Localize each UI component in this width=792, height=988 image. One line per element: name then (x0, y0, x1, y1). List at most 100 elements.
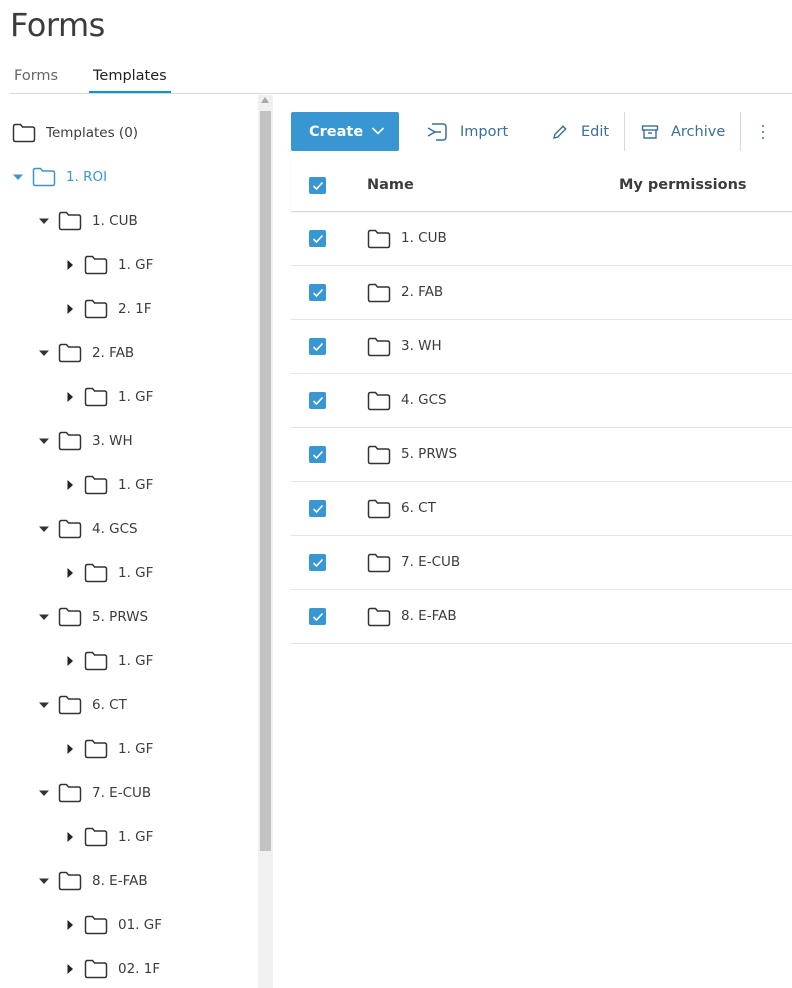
folder-icon (367, 445, 391, 465)
row-name[interactable]: 7. E-CUB (401, 554, 460, 570)
toolbar: Create Import Edit Archive (291, 112, 792, 152)
row-checkbox[interactable] (309, 230, 326, 247)
row-checkbox[interactable] (309, 608, 326, 625)
caret-right-icon[interactable] (64, 303, 76, 315)
tree-item[interactable]: 1. ROI (12, 155, 107, 199)
caret-right-icon[interactable] (64, 963, 76, 975)
row-checkbox[interactable] (309, 392, 326, 409)
folder-icon (58, 431, 82, 451)
folder-icon (367, 607, 391, 627)
caret-down-icon[interactable] (38, 699, 50, 711)
tab-forms[interactable]: Forms (10, 68, 62, 92)
column-header-permissions[interactable]: My permissions (619, 177, 747, 193)
folder-icon (84, 299, 108, 319)
row-name[interactable]: 2. FAB (401, 284, 443, 300)
caret-right-icon[interactable] (64, 567, 76, 579)
row-checkbox[interactable] (309, 554, 326, 571)
create-button[interactable]: Create (291, 112, 399, 151)
table-row[interactable]: 8. E-FAB (291, 590, 792, 644)
archive-button[interactable]: Archive (641, 112, 725, 151)
tree-item-label: 2. FAB (92, 345, 135, 361)
scroll-thumb[interactable] (260, 111, 271, 851)
tree-item[interactable]: 1. GF (64, 551, 153, 595)
row-name[interactable]: 3. WH (401, 338, 442, 354)
tree-item[interactable]: 5. PRWS (38, 595, 148, 639)
tree-item[interactable]: 01. GF (64, 903, 162, 947)
tree-item[interactable]: 02. 1F (64, 947, 160, 988)
tree-item[interactable]: 7. E-CUB (38, 771, 151, 815)
row-name[interactable]: 4. GCS (401, 392, 447, 408)
import-label: Import (460, 123, 509, 140)
tree-item[interactable]: 3. WH (38, 419, 133, 463)
import-button[interactable]: Import (426, 112, 508, 151)
page-title: Forms (10, 6, 105, 44)
table-header: Name My permissions (291, 158, 792, 212)
table-row[interactable]: 4. GCS (291, 374, 792, 428)
caret-right-icon[interactable] (64, 479, 76, 491)
caret-down-icon[interactable] (38, 787, 50, 799)
caret-right-icon[interactable] (64, 831, 76, 843)
table-row[interactable]: 1. CUB (291, 212, 792, 266)
tab-templates[interactable]: Templates (89, 68, 171, 93)
caret-down-icon[interactable] (38, 347, 50, 359)
folder-icon (84, 915, 108, 935)
tree-root[interactable]: Templates (0) (12, 111, 138, 155)
tree-item-label: 7. E-CUB (92, 785, 152, 801)
tree-item[interactable]: 2. 1F (64, 287, 152, 331)
caret-down-icon[interactable] (12, 171, 24, 183)
tree-item[interactable]: 1. GF (64, 815, 153, 859)
caret-down-icon[interactable] (38, 435, 50, 447)
folder-icon (58, 783, 82, 803)
tree-item[interactable]: 2. FAB (38, 331, 134, 375)
caret-right-icon[interactable] (64, 391, 76, 403)
caret-down-icon[interactable] (38, 875, 50, 887)
row-name[interactable]: 6. CT (401, 500, 436, 516)
row-checkbox[interactable] (309, 284, 326, 301)
edit-button[interactable]: Edit (551, 112, 609, 151)
tree-item[interactable]: 1. GF (64, 639, 153, 683)
chevron-down-icon (371, 124, 385, 140)
tree-item-label: 3. WH (92, 433, 133, 449)
table-row[interactable]: 6. CT (291, 482, 792, 536)
templates-table: Name My permissions 1. CUB 2. FAB 3. WH 4. … (291, 158, 792, 644)
tree-item[interactable]: 1. CUB (38, 199, 138, 243)
table-row[interactable]: 5. PRWS (291, 428, 792, 482)
tree-item[interactable]: 1. GF (64, 463, 153, 507)
tree-item[interactable]: 1. GF (64, 727, 153, 771)
row-checkbox[interactable] (309, 446, 326, 463)
caret-down-icon[interactable] (38, 215, 50, 227)
caret-right-icon[interactable] (64, 743, 76, 755)
more-options-icon[interactable] (760, 122, 766, 142)
caret-right-icon[interactable] (64, 259, 76, 271)
row-name[interactable]: 5. PRWS (401, 446, 457, 462)
select-all-checkbox[interactable] (309, 177, 326, 194)
tree-item[interactable]: 6. CT (38, 683, 127, 727)
caret-right-icon[interactable] (64, 655, 76, 667)
toolbar-divider (740, 112, 741, 151)
row-name[interactable]: 8. E-FAB (401, 608, 457, 624)
folder-icon (367, 499, 391, 519)
table-row[interactable]: 3. WH (291, 320, 792, 374)
tree-scrollbar[interactable] (258, 95, 273, 988)
pencil-icon (553, 124, 567, 139)
archive-label: Archive (671, 123, 726, 140)
folder-icon (367, 391, 391, 411)
tree-item[interactable]: 4. GCS (38, 507, 138, 551)
caret-down-icon[interactable] (38, 523, 50, 535)
scroll-up-arrow-icon[interactable] (261, 97, 269, 103)
row-name[interactable]: 1. CUB (401, 230, 447, 246)
caret-right-icon[interactable] (64, 919, 76, 931)
tree-item[interactable]: 8. E-FAB (38, 859, 148, 903)
row-checkbox[interactable] (309, 338, 326, 355)
caret-down-icon[interactable] (38, 611, 50, 623)
folder-icon (32, 167, 56, 187)
tree-item[interactable]: 1. GF (64, 375, 153, 419)
check-icon (312, 504, 323, 513)
table-row[interactable]: 2. FAB (291, 266, 792, 320)
folder-icon (12, 123, 36, 143)
row-checkbox[interactable] (309, 500, 326, 517)
check-icon (312, 558, 323, 567)
table-row[interactable]: 7. E-CUB (291, 536, 792, 590)
tree-item[interactable]: 1. GF (64, 243, 153, 287)
column-header-name[interactable]: Name (367, 177, 414, 193)
